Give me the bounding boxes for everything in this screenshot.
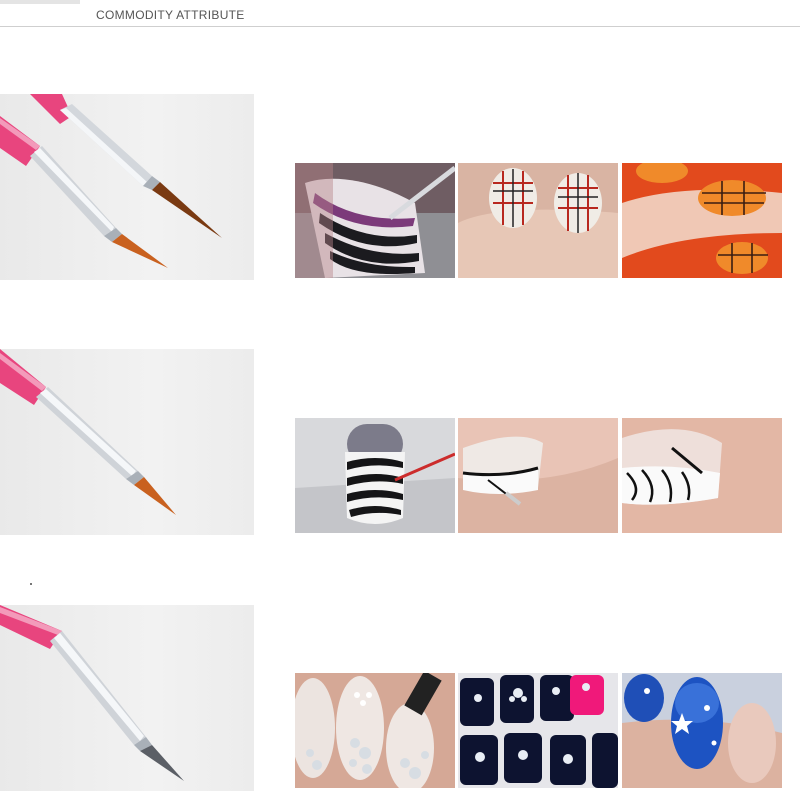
brush-image-dotting xyxy=(0,605,254,791)
example-zebra-stripe-nail-art xyxy=(295,163,455,278)
example-blue-glitter-star-nail-art xyxy=(622,673,782,788)
brush-image-single-liner xyxy=(0,349,254,535)
example-crystal-flower-nail-art xyxy=(458,673,618,788)
example-orange-plaid-nail-art xyxy=(622,163,782,278)
page-title: COMMODITY ATTRIBUTE xyxy=(96,8,245,22)
example-plaid-nail-art xyxy=(458,163,618,278)
example-rhinestone-nail-art xyxy=(295,673,455,788)
brush-image-double-liner xyxy=(0,94,254,280)
header-divider xyxy=(0,26,800,27)
stray-dot xyxy=(30,583,32,585)
example-french-tip-line-art xyxy=(458,418,618,533)
example-zebra-stripe-nail-art-2 xyxy=(295,418,455,533)
header-tab-accent xyxy=(0,0,80,4)
example-zebra-french-tip-art xyxy=(622,418,782,533)
